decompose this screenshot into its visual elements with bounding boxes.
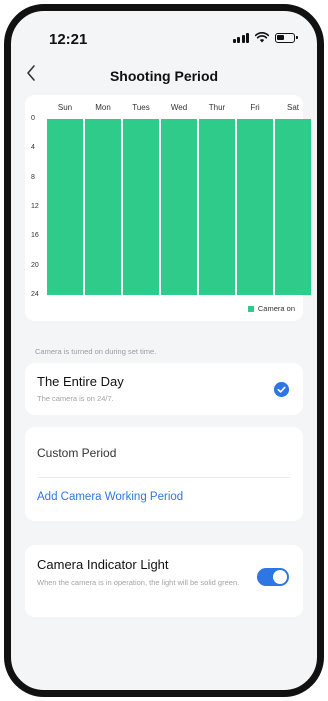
indicator-light-card: Camera Indicator Light When the camera i…	[25, 545, 303, 617]
hour-label: 20	[31, 261, 39, 269]
hour-label: 12	[31, 203, 39, 210]
entire-day-option[interactable]: The Entire Day The camera is on 24/7.	[25, 363, 303, 415]
divider	[37, 477, 291, 478]
day-label: Thur	[208, 103, 226, 112]
day-label: Sat	[286, 103, 299, 112]
schedule-bar	[85, 119, 121, 295]
schedule-bar	[275, 119, 311, 295]
indicator-light-toggle[interactable]	[257, 568, 289, 586]
status-time: 12:21	[49, 31, 88, 48]
schedule-bar	[237, 119, 273, 295]
hour-label: 24	[31, 291, 39, 298]
checkmark-icon	[274, 382, 289, 397]
battery-icon	[275, 32, 298, 43]
indicator-light-title: Camera Indicator Light	[37, 557, 169, 572]
add-working-period-link[interactable]: Add Camera Working Period	[37, 491, 183, 503]
custom-period-card: Custom Period Add Camera Working Period	[25, 427, 303, 521]
day-label: Mon	[95, 103, 111, 112]
hour-label: 4	[31, 144, 35, 152]
day-label: Wed	[170, 103, 188, 112]
toggle-knob	[273, 570, 287, 584]
schedule-chart: Sun Mon Tues Wed Thur Fri Sat 0 4 8 12 16 20 24 Came…	[25, 95, 311, 321]
hour-label: 0	[31, 115, 35, 122]
day-label: Tues	[132, 103, 150, 112]
hour-label: 16	[31, 232, 39, 240]
hour-label: 8	[31, 173, 35, 181]
legend-label: Camera on	[257, 304, 295, 313]
hint-text: Camera is turned on during set time.	[35, 347, 157, 356]
legend-swatch	[247, 305, 254, 312]
entire-day-title: The Entire Day	[37, 374, 124, 389]
chart-legend: Camera on	[247, 304, 295, 313]
indicator-light-subtitle: When the camera is in operation, the lig…	[37, 578, 240, 587]
schedule-bar	[123, 119, 159, 295]
custom-period-title: Custom Period	[37, 446, 117, 460]
phone-frame: 12:21 Shooting Period Sun Mon Tues Wed Thur F…	[4, 4, 324, 697]
schedule-bar	[161, 119, 197, 295]
day-label: Sun	[57, 103, 73, 112]
entire-day-subtitle: The camera is on 24/7.	[37, 394, 114, 403]
signal-icon	[232, 32, 249, 43]
schedule-bar	[199, 119, 235, 295]
wifi-icon	[255, 32, 269, 43]
day-label: Fri	[250, 103, 260, 112]
status-bar: 12:21	[11, 11, 317, 59]
status-icons	[232, 32, 298, 43]
page-title: Shooting Period	[109, 68, 219, 84]
schedule-bar	[47, 119, 83, 295]
nav-bar: Shooting Period	[11, 59, 317, 93]
